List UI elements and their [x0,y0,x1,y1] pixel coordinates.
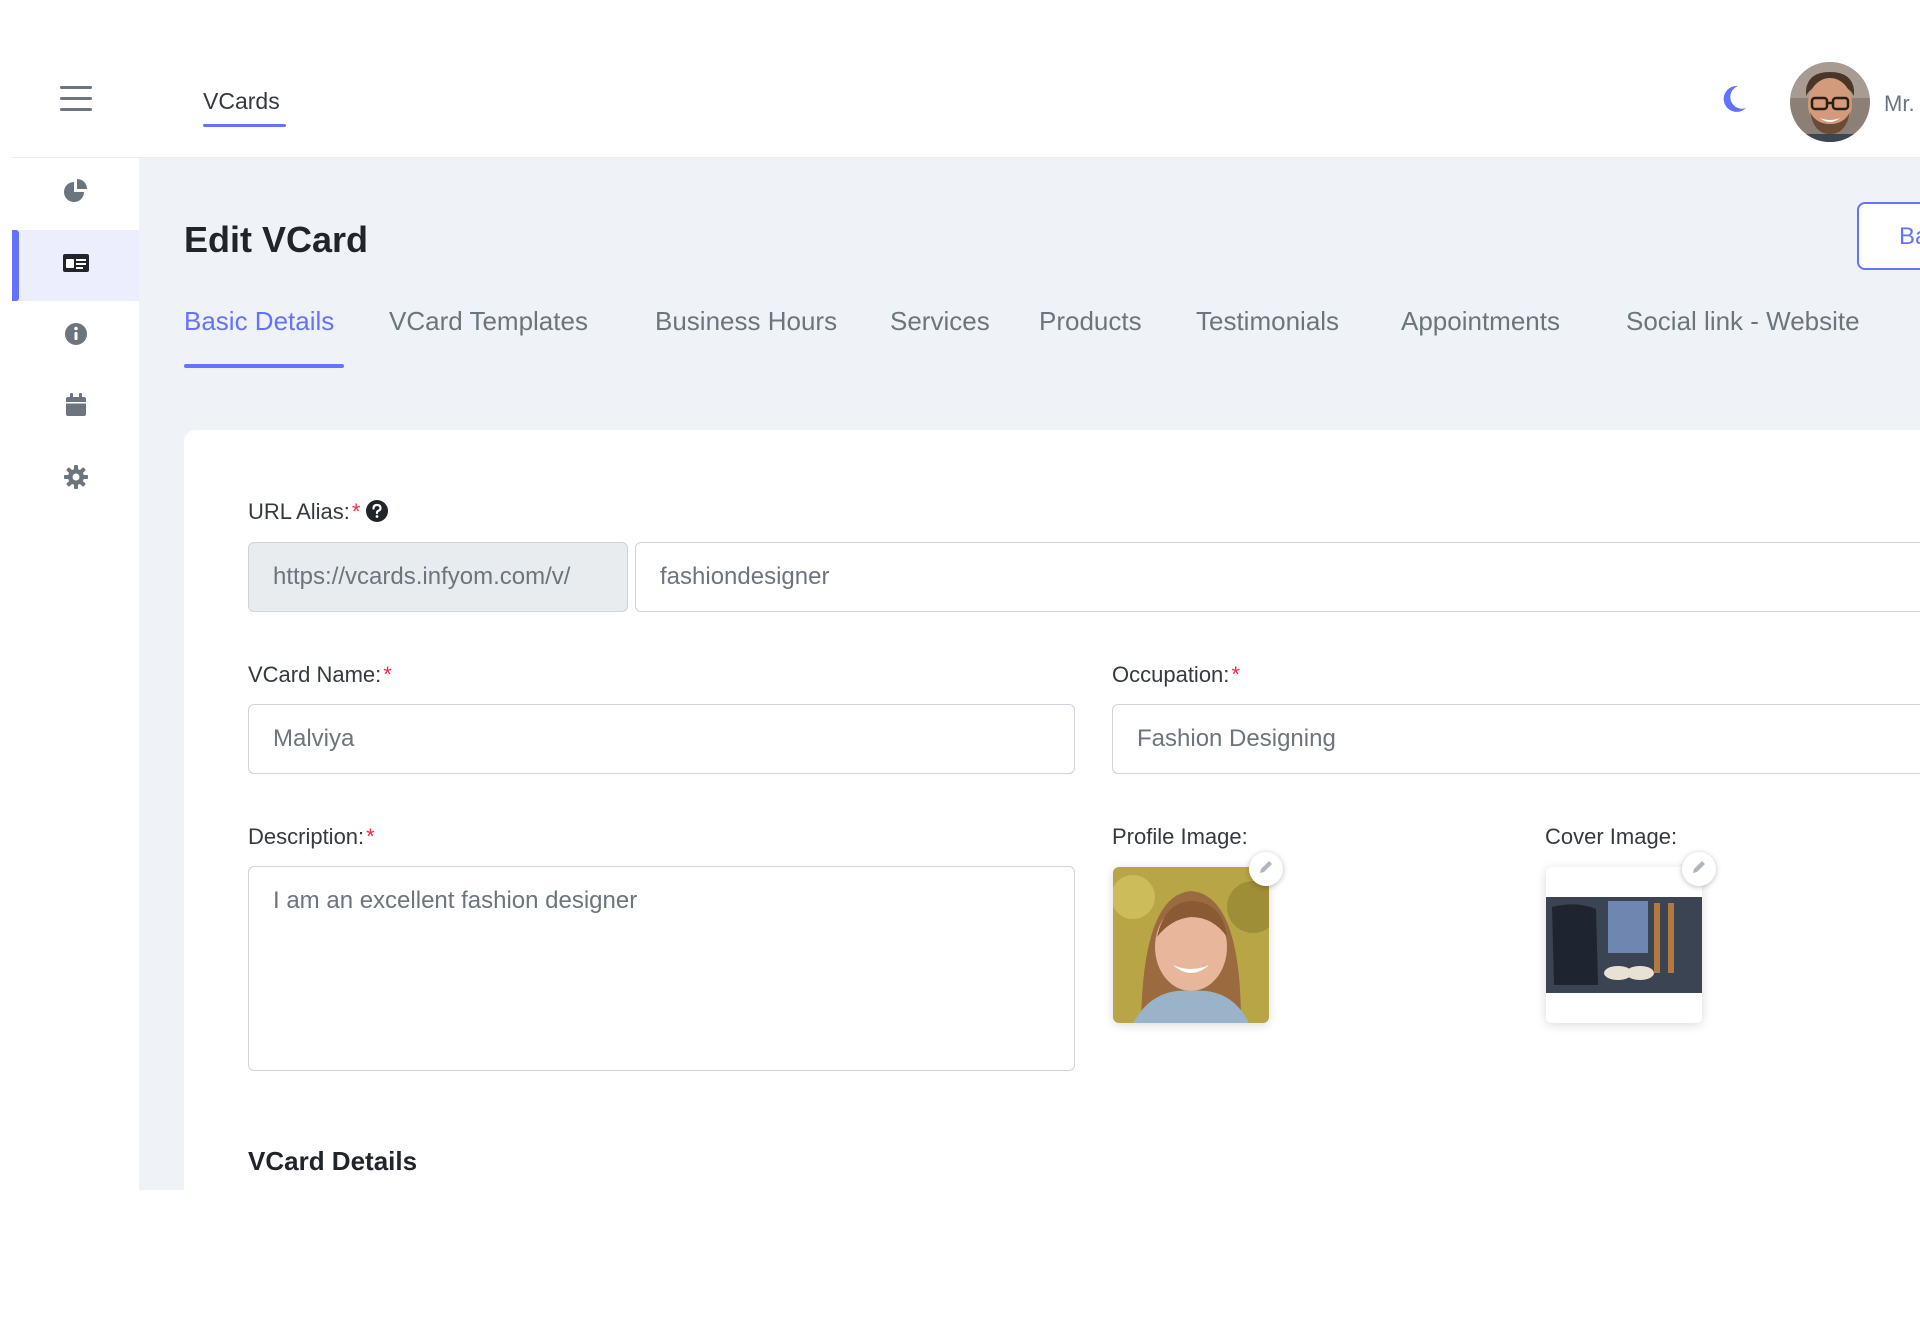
tab-appointments[interactable]: Appointments [1401,306,1560,337]
occupation-input[interactable]: Fashion Designing [1112,704,1920,774]
profile-image-edit-button[interactable] [1249,852,1283,886]
tab-products[interactable]: Products [1039,306,1142,337]
tab-vcard-templates[interactable]: VCard Templates [389,306,588,337]
hamburger-icon-line [60,97,92,100]
url-alias-input[interactable]: fashiondesigner [635,542,1920,612]
nav-tab-vcards[interactable]: VCards [203,88,280,115]
info-icon [64,322,88,351]
sidebar-item-settings[interactable] [12,444,139,515]
profile-image-preview [1113,867,1269,1023]
occupation-label: Occupation:* [1112,662,1240,688]
tab-social-links[interactable]: Social link - Website [1626,306,1860,337]
cover-image-edit-button[interactable] [1682,852,1716,886]
url-alias-prefix: https://vcards.infyom.com/v/ [248,542,628,612]
description-label: Description:* [248,824,375,850]
required-mark: * [366,824,375,849]
tab-basic-details[interactable]: Basic Details [184,306,334,337]
sidebar-item-dashboard[interactable] [12,158,139,229]
gear-icon [63,465,88,494]
pencil-icon [1691,859,1707,880]
required-mark: * [383,662,392,687]
vcard-name-input[interactable]: Malviya [248,704,1075,774]
url-alias-label-text: URL Alias: [248,499,350,524]
occupation-label-text: Occupation: [1112,662,1230,687]
description-label-text: Description: [248,824,365,849]
menu-toggle-button[interactable] [60,86,92,112]
vcard-name-label: VCard Name:* [248,662,392,688]
sidebar-item-appointments[interactable] [12,372,139,443]
pencil-icon [1258,859,1274,880]
pie-chart-icon [63,179,89,208]
user-avatar[interactable] [1790,62,1870,142]
url-alias-label: URL Alias:* [248,499,389,528]
moon-icon[interactable] [1720,84,1748,119]
page-title: Edit VCard [184,219,369,260]
required-mark: * [351,499,361,524]
hamburger-icon-line [60,108,92,111]
required-mark: * [1231,662,1240,687]
hamburger-icon-line [60,86,92,89]
tab-testimonials[interactable]: Testimonials [1196,306,1339,337]
description-text: I am an excellent fashion designer [273,887,638,914]
id-card-icon [62,252,90,279]
tab-active-indicator [184,364,344,368]
help-icon[interactable] [366,500,389,528]
user-name[interactable]: Mr. [1884,91,1915,117]
cover-image-preview [1546,867,1702,1023]
tab-services[interactable]: Services [890,306,990,337]
description-textarea[interactable]: I am an excellent fashion designer [248,866,1075,1071]
sidebar [12,158,139,1190]
sidebar-item-inquiries[interactable] [12,301,139,372]
nav-tab-active-indicator [203,124,286,127]
resize-grip-icon[interactable] [1061,1057,1071,1070]
vcard-name-label-text: VCard Name: [248,662,382,687]
vcard-details-heading: VCard Details [248,1146,418,1176]
back-button[interactable]: Bac [1857,202,1920,270]
calendar-icon [65,393,87,422]
cover-image-label: Cover Image: [1545,824,1678,849]
sidebar-item-vcards[interactable] [12,230,139,301]
profile-image-label: Profile Image: [1112,824,1248,849]
tab-business-hours[interactable]: Business Hours [655,306,837,337]
